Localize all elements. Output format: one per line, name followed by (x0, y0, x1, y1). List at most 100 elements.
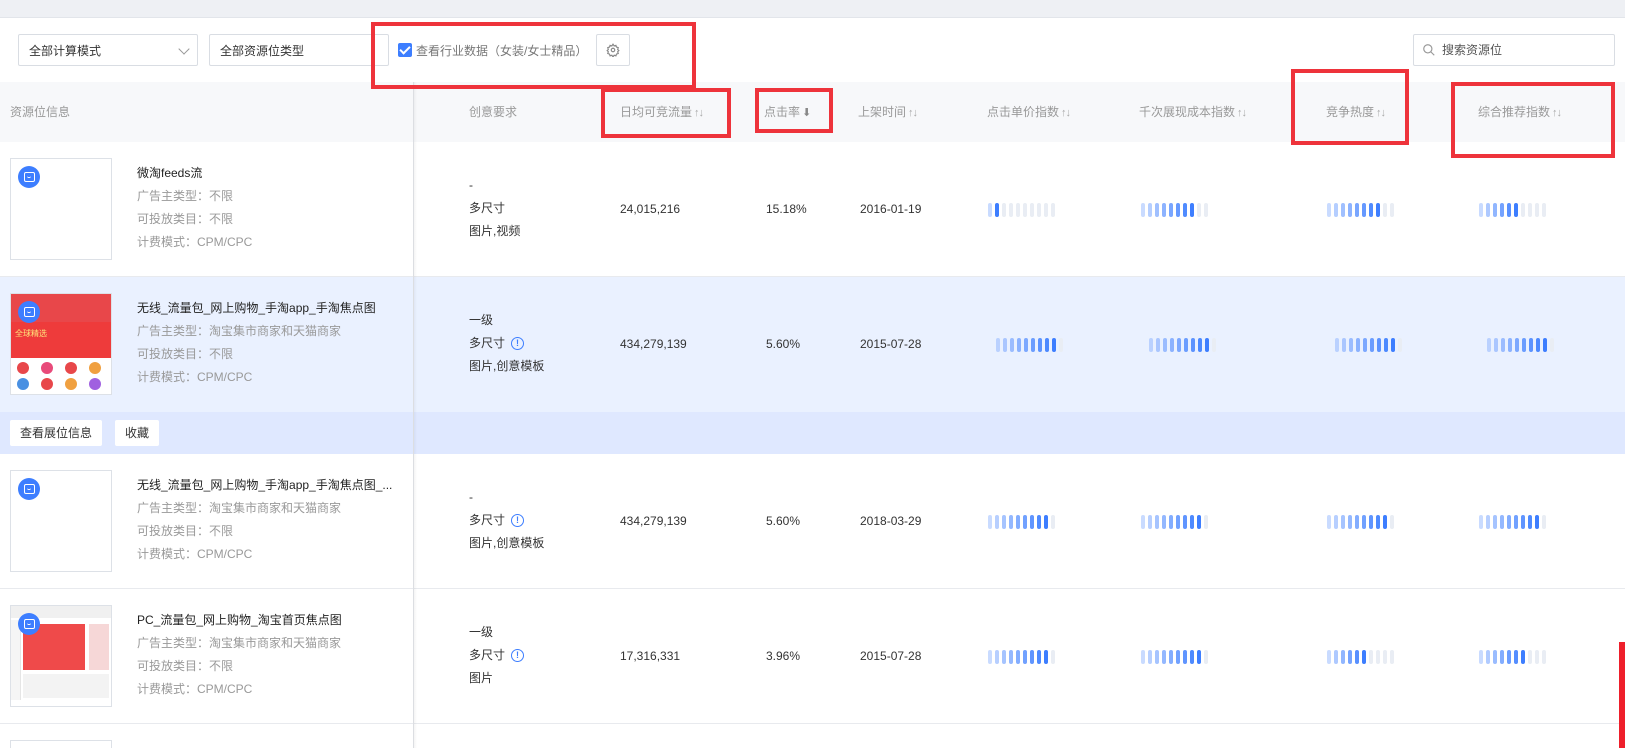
index-bar-segment (1521, 515, 1525, 529)
col-reco[interactable]: 综合推荐指数 ↑↓ (1478, 82, 1562, 142)
index-bar-segment (1376, 515, 1380, 529)
index-bar-segment (1390, 515, 1394, 529)
index-bar-segment (1204, 515, 1208, 529)
info-icon[interactable]: ! (511, 337, 525, 350)
index-bar-segment (1370, 338, 1374, 352)
col-traffic[interactable]: 日均可竞流量 ↑↓ (620, 82, 704, 142)
table-row[interactable]: 全球精选 无线_流量包_网上购物_手淘app_手淘焦点图 广告主类型：淘宝集市商… (0, 277, 1625, 412)
index-bar-segment (1141, 650, 1145, 664)
chevron-down-icon (178, 43, 190, 55)
index-bar-segment (1044, 650, 1048, 664)
index-bar-segment (1197, 203, 1201, 217)
favorite-button[interactable]: 收藏 (115, 420, 160, 446)
index-bar-segment (1398, 338, 1402, 352)
index-bar-segment (1550, 338, 1554, 352)
index-bar-segment (1016, 515, 1020, 529)
index-bar-segment (995, 203, 999, 217)
index-bar-segment (1362, 203, 1366, 217)
index-bar-segment (1169, 203, 1173, 217)
cpc-index-bar (988, 515, 1055, 529)
sort-icon[interactable]: ↑↓ (1061, 107, 1071, 119)
index-bar-segment (1384, 338, 1388, 352)
advertiser-type: 广告主类型：不限 (137, 189, 234, 203)
creative-format: 图片,创意模板 (469, 359, 545, 373)
index-bar-segment (1479, 515, 1483, 529)
billing-mode: 计费模式：CPM/CPC (137, 370, 253, 384)
table-row[interactable] (0, 724, 1625, 748)
index-bar-segment (1176, 203, 1180, 217)
resource-title[interactable]: 无线_流量包_网上购物_手淘app_手淘焦点图_... (137, 474, 407, 497)
index-bar-segment (1212, 338, 1216, 352)
index-bar-segment (1198, 338, 1202, 352)
creative-size-label: 多尺寸 (469, 201, 506, 215)
resource-title[interactable]: 无线_流量包_网上购物_手淘app_手淘焦点图 (137, 297, 407, 320)
row-action-bar: 查看展位信息 收藏 (0, 412, 1625, 454)
index-bar-segment (1348, 203, 1352, 217)
index-bar-segment (1051, 515, 1055, 529)
sort-desc-icon[interactable]: ⬇ (802, 107, 811, 119)
index-bar-segment (1355, 203, 1359, 217)
table-row[interactable]: 无线_流量包_网上购物_手淘app_手淘焦点图_... 广告主类型：淘宝集市商家… (0, 454, 1625, 589)
industry-data-toggle[interactable]: 查看行业数据（女装/女士精品） (398, 40, 587, 60)
index-bar-segment (1156, 338, 1160, 352)
search-input[interactable] (1442, 43, 1602, 57)
view-position-button[interactable]: 查看展位信息 (10, 420, 103, 446)
search-box[interactable] (1413, 34, 1615, 66)
ctr-value: 5.60% (766, 514, 801, 528)
sort-icon[interactable]: ↑↓ (1552, 107, 1562, 119)
index-bar-segment (1190, 515, 1194, 529)
table-row[interactable]: 微淘feeds流 广告主类型：不限 可投放类目：不限 计费模式：CPM/CPC … (0, 142, 1625, 277)
col-heat[interactable]: 竞争热度 ↑↓ (1326, 82, 1386, 142)
sort-icon[interactable]: ↑↓ (1237, 107, 1247, 119)
calc-mode-select[interactable]: 全部计算模式 (18, 34, 198, 66)
index-bar-segment (995, 515, 999, 529)
index-bar-segment (1190, 650, 1194, 664)
settings-button[interactable] (596, 34, 630, 66)
index-bar-segment (1542, 515, 1546, 529)
sort-icon[interactable]: ↑↓ (694, 107, 704, 119)
col-cpm[interactable]: 千次展现成本指数 ↑↓ (1139, 82, 1247, 142)
index-bar-segment (1362, 650, 1366, 664)
shopping-bag-icon (18, 478, 40, 500)
annotation-bar (1619, 642, 1625, 748)
category: 可投放类目：不限 (137, 524, 234, 538)
index-bar-segment (1002, 650, 1006, 664)
index-bar-segment (1024, 338, 1028, 352)
index-bar-segment (1508, 338, 1512, 352)
col-ctr[interactable]: 点击率 ⬇ (764, 82, 811, 142)
index-bar-segment (1170, 338, 1174, 352)
shopping-bag-icon (18, 613, 40, 635)
reco-index-bar (1479, 203, 1546, 217)
col-date[interactable]: 上架时间 ↑↓ (858, 82, 918, 142)
resource-title[interactable]: 微淘feeds流 (137, 162, 407, 185)
resource-type-value: 全部资源位类型 (220, 43, 305, 58)
index-bar-segment (1155, 650, 1159, 664)
index-bar-segment (1016, 203, 1020, 217)
resource-title[interactable]: PC_流量包_网上购物_淘宝首页焦点图 (137, 609, 407, 632)
index-bar-segment (1148, 203, 1152, 217)
index-bar-segment (1500, 650, 1504, 664)
index-bar-segment (1383, 650, 1387, 664)
index-bar-segment (1149, 338, 1153, 352)
billing-mode: 计费模式：CPM/CPC (137, 235, 253, 249)
table-row[interactable]: PC_流量包_网上购物_淘宝首页焦点图 广告主类型：淘宝集市商家和天猫商家 可投… (0, 589, 1625, 724)
index-bar-segment (1030, 203, 1034, 217)
sort-icon[interactable]: ↑↓ (908, 107, 918, 119)
index-bar-segment (1052, 338, 1056, 352)
index-bar-segment (1162, 515, 1166, 529)
table-header: 资源位信息 创意要求 日均可竞流量 ↑↓ 点击率 ⬇ 上架时间 ↑↓ 点击单价指数 ↑↓… (0, 82, 1625, 142)
index-bar-segment (1507, 515, 1511, 529)
index-bar-segment (1327, 203, 1331, 217)
index-bar-segment (1155, 203, 1159, 217)
index-bar-segment (1162, 650, 1166, 664)
sort-icon[interactable]: ↑↓ (1376, 107, 1386, 119)
info-icon[interactable]: ! (511, 649, 525, 662)
col-cpc[interactable]: 点击单价指数 ↑↓ (987, 82, 1071, 142)
index-bar-segment (1493, 650, 1497, 664)
resource-type-select[interactable]: 全部资源位类型 (209, 34, 389, 66)
creative-size-label: 多尺寸 (469, 513, 506, 527)
traffic-value: 17,316,331 (620, 649, 681, 663)
industry-checkbox[interactable] (398, 43, 412, 57)
info-icon[interactable]: ! (511, 514, 525, 527)
fixed-column-shadow (413, 82, 417, 748)
